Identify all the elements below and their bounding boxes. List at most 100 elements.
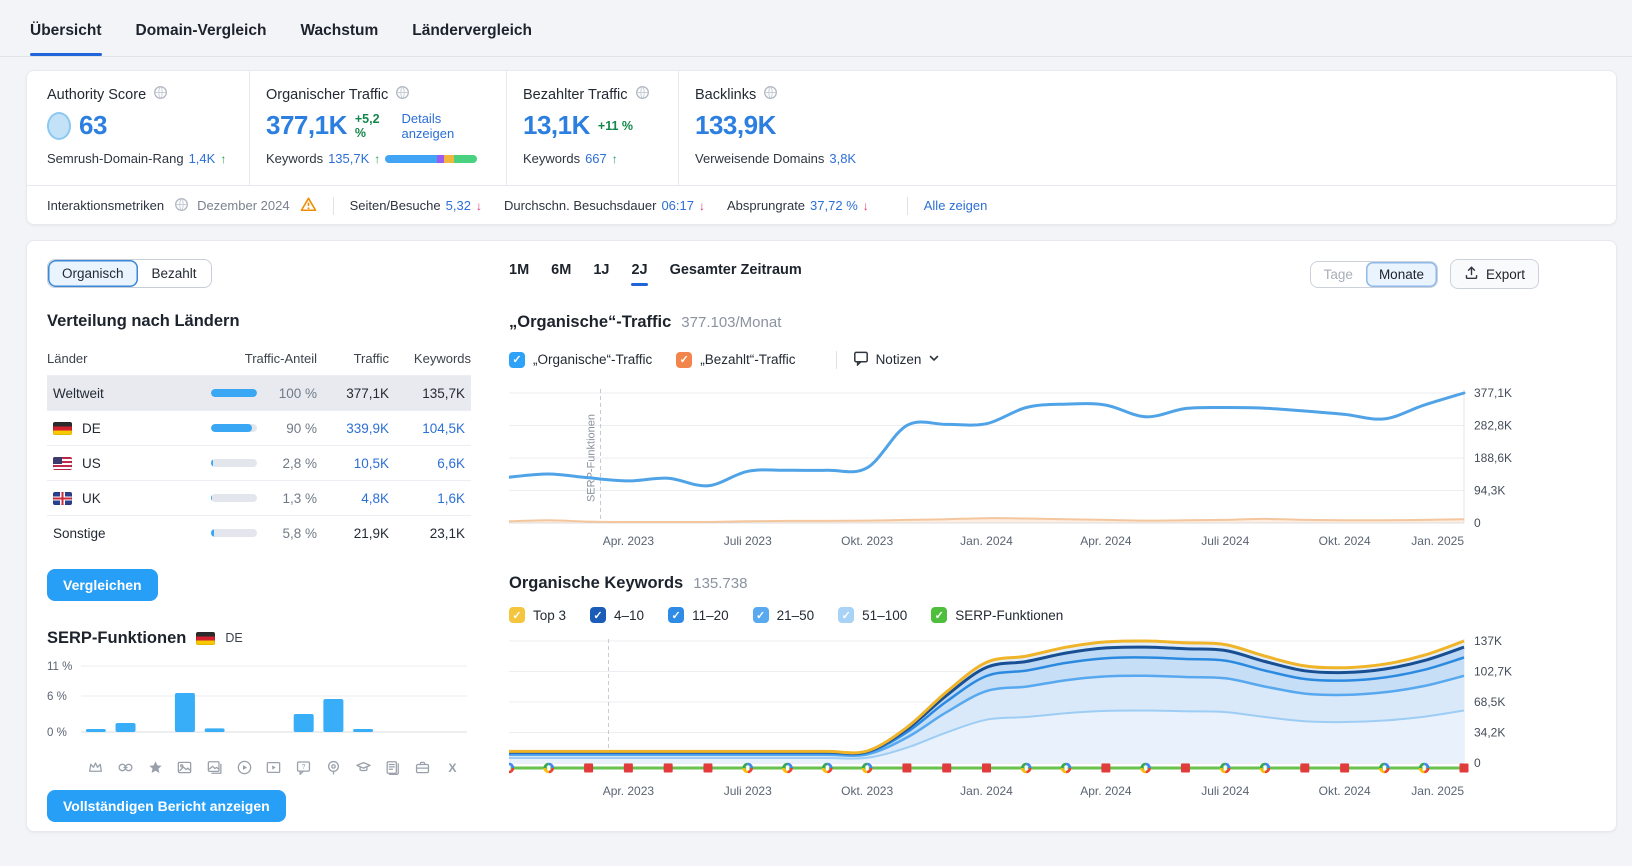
toggle-days[interactable]: Tage [1311,262,1366,287]
down-arrow-icon: ↓ [698,198,705,213]
checkbox-checked-icon[interactable]: ✓ [838,607,855,623]
traffic-share-bar [211,389,257,397]
checkbox-checked-icon[interactable]: ✓ [676,351,693,368]
chart-controls: 1M 6M 1J 2J Gesamter Zeitraum Tage Monat… [509,259,1539,289]
range-1m[interactable]: 1M [509,262,529,286]
checkbox-checked-icon[interactable]: ✓ [752,607,769,623]
range-all-time[interactable]: Gesamter Zeitraum [670,262,802,286]
tab-wachstum[interactable]: Wachstum [300,6,378,56]
legend-21-50[interactable]: ✓ 21–50 [752,607,814,623]
info-icon[interactable] [763,85,778,104]
notes-control[interactable]: Notizen [853,350,941,369]
range-2y[interactable]: 2J [631,262,648,286]
warning-icon[interactable] [300,196,317,216]
info-icon[interactable] [174,197,189,215]
svg-text:Jan. 2025: Jan. 2025 [1411,534,1464,548]
serp-flag-label: DE [225,631,243,645]
country-row-uk[interactable]: UK 1,3 % 4,8K 1,6K [47,480,471,516]
checkbox-checked-icon[interactable]: ✓ [668,607,685,623]
traffic-chart-title: „Organische“-Traffic [509,313,672,331]
country-keywords-value[interactable]: 6,6K [437,456,465,471]
svg-text:SERP-Funktionen: SERP-Funktionen [586,414,598,502]
col-header-keywords[interactable]: Keywords [389,343,471,376]
keywords-chart-subtitle: 135.738 [693,575,748,592]
country-name: US [47,456,187,471]
image-icon [170,759,200,776]
checkbox-checked-icon[interactable]: ✓ [931,607,948,623]
paid-keywords-link[interactable]: 667 [585,151,607,166]
traffic-share-value: 2,8 % [282,455,317,471]
country-name: Weltweit [53,385,104,401]
tab-laendervergleich[interactable]: Ländervergleich [412,6,532,56]
country-row-weltweit[interactable]: Weltweit 100 % 377,1K 135,7K [47,375,471,411]
engagement-value[interactable]: 06:17 [661,198,694,213]
svg-text:0: 0 [1474,516,1481,530]
sub-metric-label: Keywords [266,151,324,166]
compare-button[interactable]: Vergleichen [47,568,158,601]
svg-text:377,1K: 377,1K [1474,386,1512,400]
engagement-value[interactable]: 5,32 [446,198,471,213]
country-keywords-value[interactable]: 104,5K [422,421,465,436]
country-row-de[interactable]: DE 90 % 339,9K 104,5K [47,410,471,446]
legend-11-20[interactable]: ✓ 11–20 [668,607,729,623]
tab-domain-vergleich[interactable]: Domain-Vergleich [136,6,267,56]
legend-4-10[interactable]: ✓ 4–10 [590,607,644,623]
range-1y[interactable]: 1J [593,262,609,286]
checkbox-checked-icon[interactable]: ✓ [509,351,525,368]
legend-organic-traffic[interactable]: ✓ „Organische“-Traffic [509,351,652,368]
legend-label: 11–20 [692,607,729,623]
up-arrow-icon: ↑ [611,151,618,166]
engagement-label: Durchschn. Besuchsdauer [503,198,657,213]
countries-title: Verteilung nach Ländern [47,312,240,330]
svg-text:Apr. 2024: Apr. 2024 [1080,534,1132,548]
show-all-link[interactable]: Alle zeigen [924,198,988,213]
keywords-distribution-bar [385,154,478,163]
country-row-us[interactable]: US 2,8 % 10,5K 6,6K [47,445,471,481]
country-traffic-value[interactable]: 10,5K [354,456,389,471]
ref-domains-link[interactable]: 3,8K [829,151,856,166]
toggle-months[interactable]: Monate [1365,261,1437,287]
details-link[interactable]: Details anzeigen [401,111,496,141]
paid-traffic-delta: +11 % [597,118,633,133]
traffic-share-bar [211,459,257,467]
country-traffic-value[interactable]: 4,8K [361,491,389,506]
sub-metric-label: Semrush-Domain-Rang [47,151,184,166]
col-header-traffic[interactable]: Traffic [317,343,389,376]
organic-traffic-delta: +5,2 % [354,111,380,140]
legend-label: 4–10 [614,607,645,623]
country-traffic-value[interactable]: 339,9K [346,421,389,436]
up-arrow-icon: ↑ [374,151,381,166]
organic-traffic-line-chart: 377,1K 282,8K 188,6K 94,3K 0 SERP-Funktionen A… [507,386,1512,548]
checkbox-checked-icon[interactable]: ✓ [509,607,525,623]
toggle-organic[interactable]: Organisch [48,260,138,287]
full-report-button[interactable]: Vollständigen Bericht anzeigen [47,789,286,822]
organic-keywords-link[interactable]: 135,7K [328,151,369,166]
legend-paid-traffic[interactable]: ✓ „Bezahlt“-Traffic [676,351,796,368]
country-traffic-value: 21,9K [353,525,389,541]
metric-backlinks: Backlinks 133,9K Verweisende Domains 3,8… [678,71,1616,185]
legend-51-100[interactable]: ✓ 51–100 [838,607,907,623]
col-header-country[interactable]: Länder [47,343,187,376]
chevron-down-icon [928,352,940,367]
info-icon[interactable] [395,85,410,104]
toggle-paid[interactable]: Bezahlt [138,260,211,287]
country-row-sonstige[interactable]: Sonstige 5,8 % 21,9K 23,1K [47,515,471,551]
domain-rank-link[interactable]: 1,4K [189,151,216,166]
divider [332,196,334,215]
traffic-share-bar [211,494,257,502]
country-traffic-value: 377,1K [346,385,389,401]
range-6m[interactable]: 6M [551,262,571,286]
legend-serp-features[interactable]: ✓ SERP-Funktionen [931,607,1063,623]
organic-traffic-section-title: „Organische“-Traffic 377.103/Monat [509,313,1539,332]
checkbox-checked-icon[interactable]: ✓ [590,607,607,623]
country-keywords-value[interactable]: 1,6K [437,491,465,506]
info-icon[interactable] [635,85,650,104]
engagement-value[interactable]: 37,72 % [810,198,858,213]
metric-title: Backlinks [695,86,757,103]
tab-uebersicht[interactable]: Übersicht [30,6,102,56]
col-header-share[interactable]: Traffic-Anteil [187,343,317,376]
info-icon[interactable] [153,85,168,104]
legend-top3[interactable]: ✓ Top 3 [509,607,566,623]
backlinks-value: 133,9K [695,110,776,140]
export-button[interactable]: Export [1449,259,1539,289]
